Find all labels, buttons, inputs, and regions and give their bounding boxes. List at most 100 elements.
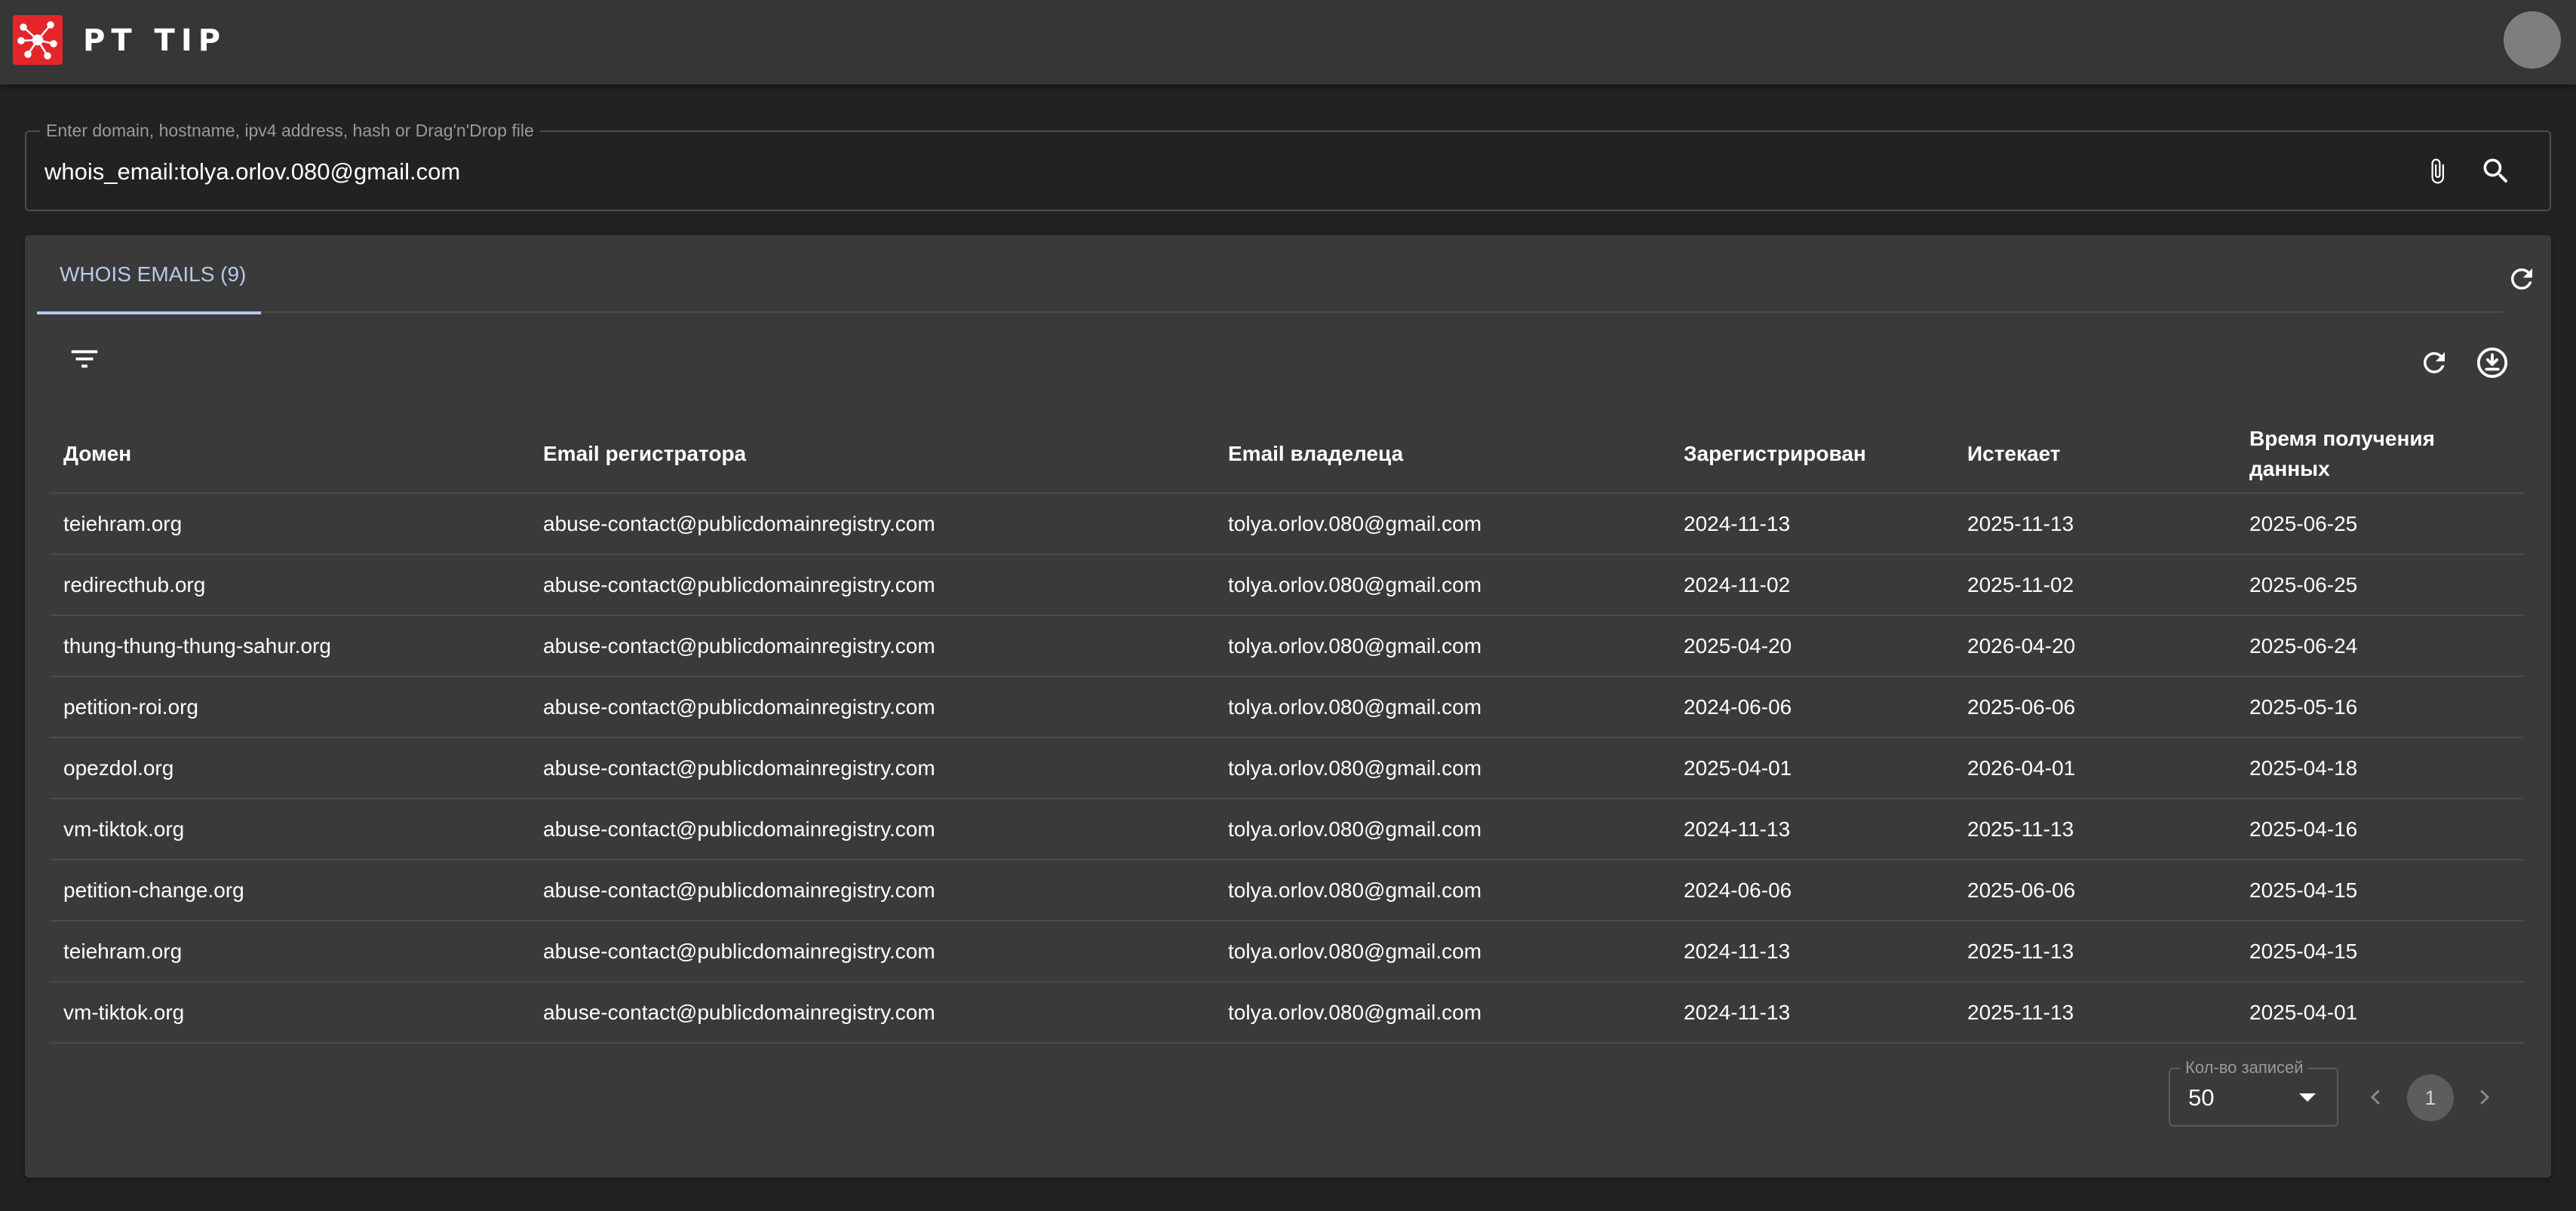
table-row[interactable]: vm-tiktok.org abuse-contact@publicdomain… — [50, 982, 2524, 1044]
user-avatar[interactable] — [2504, 11, 2561, 69]
cell-registrar-email: abuse-contact@publicdomainregistry.com — [530, 799, 1214, 860]
search-icon — [2483, 158, 2508, 183]
page-number-current[interactable]: 1 — [2407, 1075, 2454, 1121]
chevron-right-icon — [2480, 1090, 2490, 1105]
cell-registered: 2024-11-13 — [1670, 921, 1954, 983]
table-header-row: Домен Email регистратора Email владелеца… — [50, 415, 2524, 494]
app-logo[interactable] — [13, 15, 63, 65]
active-tab-indicator — [37, 311, 261, 314]
search-placeholder-label: Enter domain, hostname, ipv4 address, ha… — [40, 120, 540, 141]
cell-fetched-at: 2025-04-01 — [2236, 982, 2524, 1044]
column-header-owner-email[interactable]: Email владелеца — [1214, 415, 1670, 494]
cell-owner-email: tolya.orlov.080@gmail.com — [1214, 554, 1670, 616]
tab-whois-emails[interactable]: WHOIS EMAILS (9) — [37, 235, 269, 314]
cell-registrar-email: abuse-contact@publicdomainregistry.com — [530, 921, 1214, 983]
filter-button[interactable] — [63, 338, 106, 380]
cell-expires: 2025-11-13 — [1954, 921, 2236, 983]
cell-expires: 2025-06-06 — [1954, 676, 2236, 738]
cell-owner-email: tolya.orlov.080@gmail.com — [1214, 860, 1670, 921]
cell-expires: 2025-11-13 — [1954, 493, 2236, 555]
cell-owner-email: tolya.orlov.080@gmail.com — [1214, 737, 1670, 799]
cell-registrar-email: abuse-contact@publicdomainregistry.com — [530, 554, 1214, 616]
search-field[interactable]: Enter domain, hostname, ipv4 address, ha… — [25, 120, 2551, 211]
attach-file-button[interactable] — [2416, 150, 2458, 192]
table-row[interactable]: petition-change.org abuse-contact@public… — [50, 860, 2524, 921]
cell-registered: 2025-04-01 — [1670, 737, 1954, 799]
next-page-button[interactable] — [2465, 1078, 2503, 1116]
download-button[interactable] — [2471, 342, 2513, 384]
table-row[interactable]: vm-tiktok.org abuse-contact@publicdomain… — [50, 799, 2524, 860]
previous-page-button[interactable] — [2357, 1078, 2395, 1116]
cell-registrar-email: abuse-contact@publicdomainregistry.com — [530, 737, 1214, 799]
column-header-expires[interactable]: Истекает — [1954, 415, 2236, 494]
cell-domain[interactable]: teiehram.org — [50, 493, 530, 555]
chevron-left-icon — [2370, 1090, 2380, 1105]
cell-registrar-email: abuse-contact@publicdomainregistry.com — [530, 493, 1214, 555]
tab-label: WHOIS EMAILS (9) — [60, 262, 247, 286]
column-header-fetched-at[interactable]: Время получения данных — [2236, 415, 2524, 494]
cell-owner-email: tolya.orlov.080@gmail.com — [1214, 493, 1670, 555]
cell-expires: 2026-04-20 — [1954, 615, 2236, 677]
network-nodes-icon — [17, 21, 57, 60]
table-row[interactable]: redirecthub.org abuse-contact@publicdoma… — [50, 554, 2524, 616]
cell-domain[interactable]: petition-roi.org — [50, 676, 530, 738]
cell-domain[interactable]: opezdol.org — [50, 737, 530, 799]
cell-registrar-email: abuse-contact@publicdomainregistry.com — [530, 676, 1214, 738]
cell-domain[interactable]: thung-thung-thung-sahur.org — [50, 615, 530, 677]
cell-owner-email: tolya.orlov.080@gmail.com — [1214, 615, 1670, 677]
rows-per-page-label: Кол-во записей — [2181, 1058, 2308, 1078]
tabs-bar: WHOIS EMAILS (9) — [37, 235, 2504, 314]
table-row[interactable]: teiehram.org abuse-contact@publicdomainr… — [50, 493, 2524, 555]
table-row[interactable]: petition-roi.org abuse-contact@publicdom… — [50, 676, 2524, 738]
refresh-icon — [2511, 268, 2532, 290]
cell-registrar-email: abuse-contact@publicdomainregistry.com — [530, 860, 1214, 921]
cell-domain[interactable]: vm-tiktok.org — [50, 982, 530, 1044]
table-row[interactable]: teiehram.org abuse-contact@publicdomainr… — [50, 921, 2524, 983]
cell-registered: 2024-06-06 — [1670, 676, 1954, 738]
cell-fetched-at: 2025-06-25 — [2236, 493, 2524, 555]
refresh-icon — [2424, 352, 2445, 373]
table-row[interactable]: thung-thung-thung-sahur.org abuse-contac… — [50, 615, 2524, 677]
refresh-table-button[interactable] — [2413, 342, 2455, 384]
caret-down-icon — [2299, 1093, 2316, 1102]
results-card: WHOIS EMAILS (9) Домен Email регистратор… — [25, 235, 2551, 1178]
column-header-registered[interactable]: Зарегистрирован — [1670, 415, 1954, 494]
table-row[interactable]: opezdol.org abuse-contact@publicdomainre… — [50, 737, 2524, 799]
cell-domain[interactable]: petition-change.org — [50, 860, 530, 921]
cell-owner-email: tolya.orlov.080@gmail.com — [1214, 799, 1670, 860]
cell-registered: 2024-11-13 — [1670, 982, 1954, 1044]
top-bar: PT TIP — [0, 0, 2576, 84]
cell-registrar-email: abuse-contact@publicdomainregistry.com — [530, 982, 1214, 1044]
cell-owner-email: tolya.orlov.080@gmail.com — [1214, 676, 1670, 738]
rows-per-page-value: 50 — [2188, 1084, 2215, 1111]
whois-emails-table: Домен Email регистратора Email владелеца… — [50, 415, 2524, 1044]
cell-domain[interactable]: redirecthub.org — [50, 554, 530, 616]
cell-expires: 2025-06-06 — [1954, 860, 2236, 921]
paperclip-icon — [2431, 158, 2444, 184]
cell-fetched-at: 2025-05-16 — [2236, 676, 2524, 738]
search-input[interactable] — [45, 155, 2345, 189]
cell-registered: 2025-04-20 — [1670, 615, 1954, 677]
column-header-domain[interactable]: Домен — [50, 415, 530, 494]
cell-domain[interactable]: vm-tiktok.org — [50, 799, 530, 860]
cell-fetched-at: 2025-04-16 — [2236, 799, 2524, 860]
cell-expires: 2025-11-02 — [1954, 554, 2236, 616]
column-header-registrar-email[interactable]: Email регистратора — [530, 415, 1214, 494]
cell-fetched-at: 2025-06-24 — [2236, 615, 2524, 677]
cell-domain[interactable]: teiehram.org — [50, 921, 530, 983]
search-button[interactable] — [2475, 150, 2517, 192]
app-title: PT TIP — [83, 23, 227, 58]
cell-expires: 2026-04-01 — [1954, 737, 2236, 799]
cell-owner-email: tolya.orlov.080@gmail.com — [1214, 982, 1670, 1044]
cell-expires: 2025-11-13 — [1954, 982, 2236, 1044]
cell-registered: 2024-11-13 — [1670, 493, 1954, 555]
cell-registrar-email: abuse-contact@publicdomainregistry.com — [530, 615, 1214, 677]
cell-expires: 2025-11-13 — [1954, 799, 2236, 860]
rows-per-page-select[interactable]: Кол-во записей 50 — [2169, 1058, 2338, 1127]
cell-fetched-at: 2025-06-25 — [2236, 554, 2524, 616]
download-circle-icon — [2476, 347, 2508, 379]
filter-list-icon — [71, 350, 98, 368]
cell-registered: 2024-11-13 — [1670, 799, 1954, 860]
cell-registered: 2024-06-06 — [1670, 860, 1954, 921]
refresh-tabs-button[interactable] — [2501, 258, 2543, 300]
